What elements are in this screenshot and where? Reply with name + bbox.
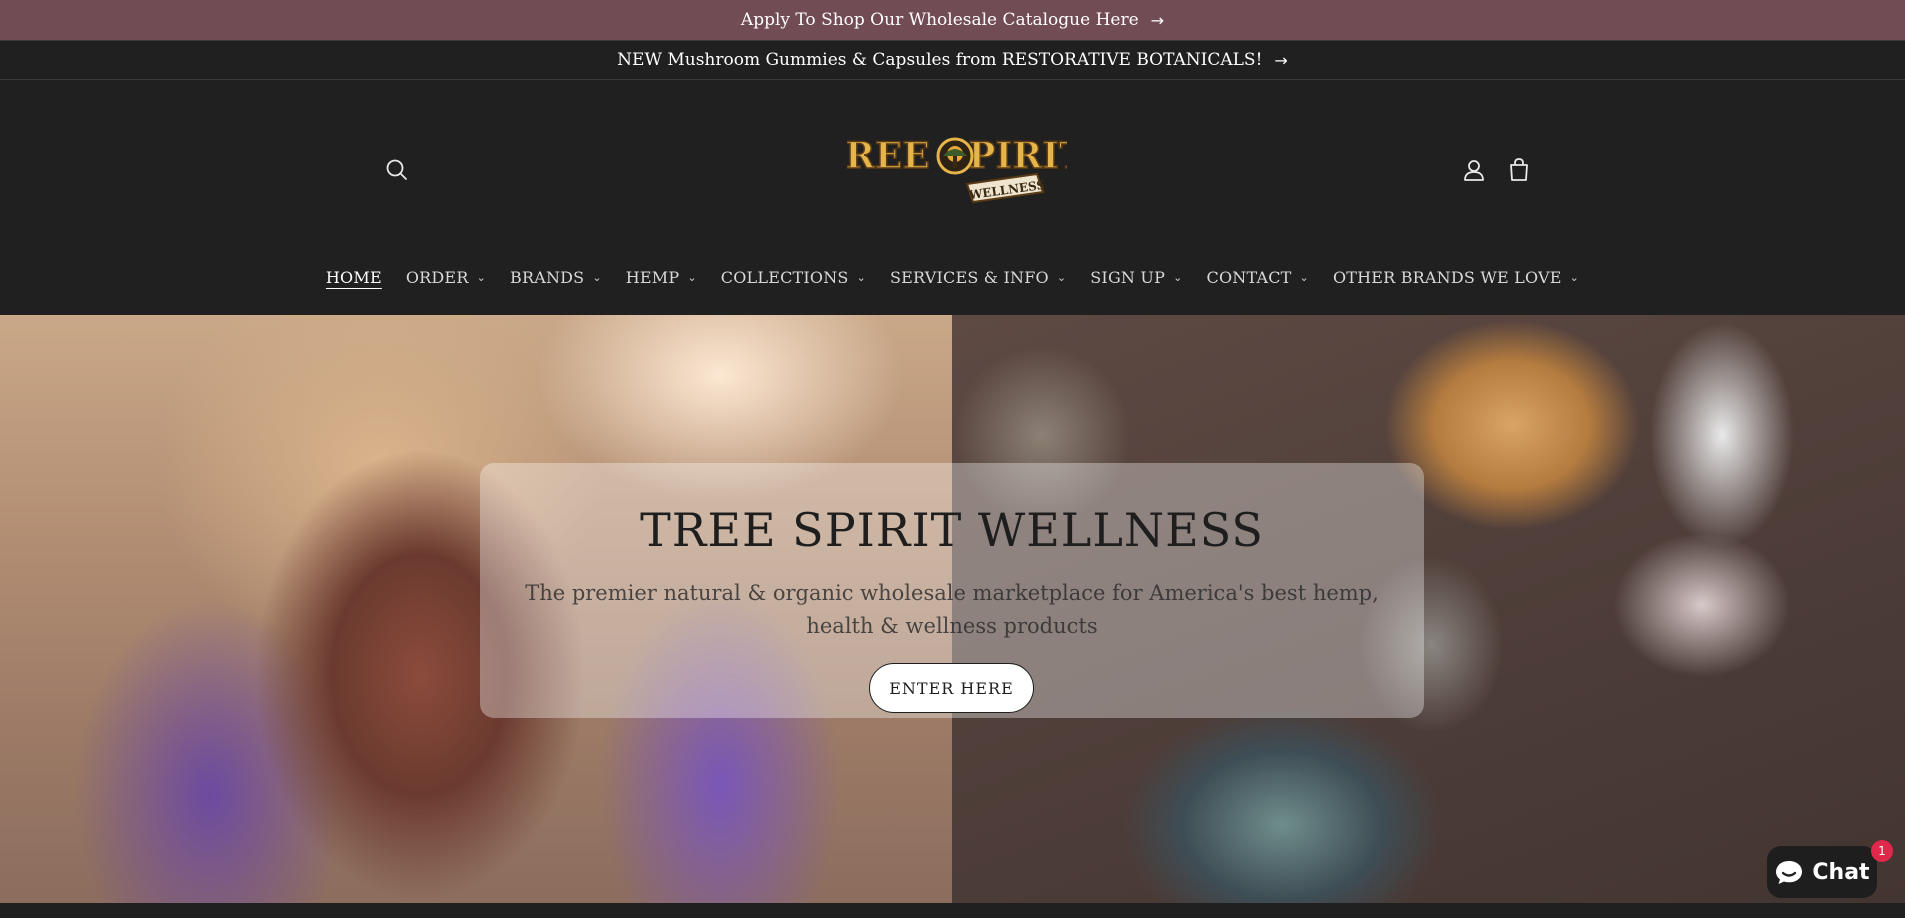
- chat-bubble-icon: [1776, 861, 1803, 884]
- nav-item-label: ORDER: [405, 267, 469, 287]
- enter-here-button[interactable]: ENTER HERE: [869, 663, 1034, 713]
- chevron-down-icon: ⌄: [1569, 270, 1580, 284]
- account-icon[interactable]: [1460, 156, 1488, 184]
- site-header: TREE SPIRIT WELLNESS HOME ORDER ⌄: [0, 80, 1905, 315]
- chevron-down-icon: ⌄: [1173, 270, 1183, 284]
- nav-item-contact[interactable]: CONTACT ⌄: [1195, 268, 1321, 287]
- nav-item-services-info[interactable]: SERVICES & INFO ⌄: [878, 268, 1078, 287]
- chat-button[interactable]: Chat: [1767, 846, 1877, 898]
- nav-item-brands[interactable]: BRANDS ⌄: [498, 268, 614, 287]
- nav-item-label: CONTACT: [1206, 267, 1292, 287]
- nav-item-label: COLLECTIONS: [720, 267, 849, 287]
- nav-item-label: SIGN UP: [1090, 267, 1166, 287]
- hero-title: TREE SPIRIT WELLNESS: [640, 503, 1264, 557]
- nav-item-hemp[interactable]: HEMP ⌄: [614, 268, 709, 287]
- announcement-text: NEW Mushroom Gummies & Capsules from RES…: [617, 50, 1263, 70]
- chat-label: Chat: [1812, 859, 1870, 885]
- search-icon[interactable]: [383, 156, 411, 184]
- nav-item-home[interactable]: HOME: [314, 268, 394, 287]
- chevron-down-icon: ⌄: [856, 270, 867, 284]
- announcement-text: Apply To Shop Our Wholesale Catalogue He…: [740, 10, 1139, 30]
- nav-item-label: HEMP: [625, 267, 680, 287]
- announcement-bar-wholesale[interactable]: Apply To Shop Our Wholesale Catalogue He…: [0, 0, 1905, 40]
- arrow-right-icon: →: [1150, 10, 1165, 30]
- nav-item-label: SERVICES & INFO: [890, 267, 1049, 287]
- nav-item-sign-up[interactable]: SIGN UP ⌄: [1078, 268, 1194, 287]
- chevron-down-icon: ⌄: [592, 270, 602, 284]
- chevron-down-icon: ⌄: [687, 270, 697, 284]
- chevron-down-icon: ⌄: [1056, 270, 1067, 284]
- nav-item-label: HOME: [325, 267, 382, 287]
- nav-item-label: OTHER BRANDS WE LOVE: [1332, 267, 1562, 287]
- chat-notification-badge: 1: [1871, 840, 1893, 862]
- cart-icon[interactable]: [1505, 156, 1533, 184]
- chevron-down-icon: ⌄: [476, 270, 486, 284]
- tree-spirit-logo-icon: TREE SPIRIT WELLNESS: [847, 134, 1067, 204]
- chevron-down-icon: ⌄: [1299, 270, 1309, 284]
- site-logo[interactable]: TREE SPIRIT WELLNESS: [847, 120, 1067, 210]
- hero-banner: TREE SPIRIT WELLNESS The premier natural…: [0, 315, 1905, 903]
- main-nav: HOME ORDER ⌄ BRANDS ⌄ HEMP ⌄ COLLECTIONS…: [0, 260, 1905, 294]
- nav-item-order[interactable]: ORDER ⌄: [394, 268, 498, 287]
- arrow-right-icon: →: [1274, 50, 1288, 70]
- nav-item-collections[interactable]: COLLECTIONS ⌄: [709, 268, 878, 287]
- nav-item-label: BRANDS: [509, 267, 585, 287]
- section-divider: [0, 903, 1905, 918]
- nav-item-other-brands[interactable]: OTHER BRANDS WE LOVE ⌄: [1321, 268, 1591, 287]
- hero-subtitle: The premier natural & organic wholesale …: [525, 581, 1379, 638]
- announcement-bar-mushroom[interactable]: NEW Mushroom Gummies & Capsules from RES…: [0, 40, 1905, 80]
